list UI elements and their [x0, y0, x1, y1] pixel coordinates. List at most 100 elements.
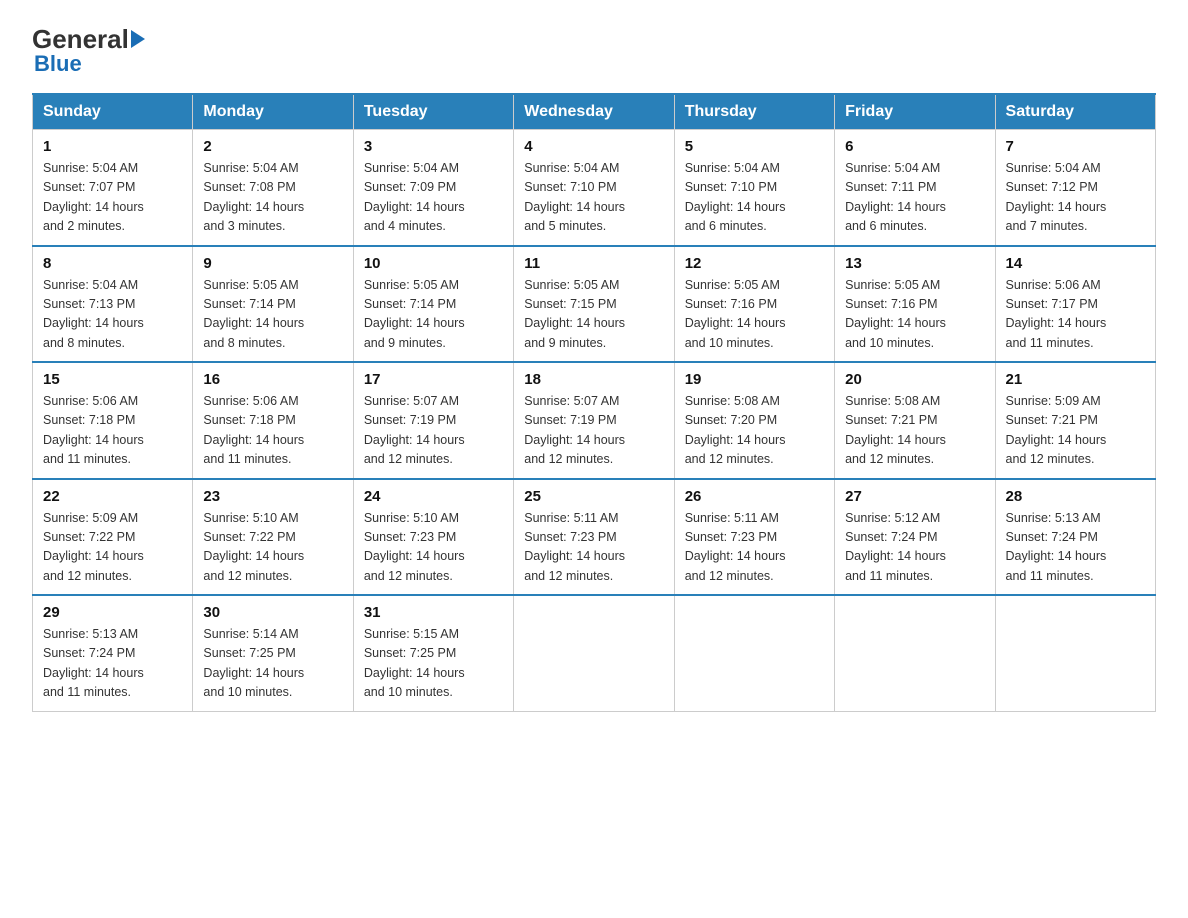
day-number: 7 [1006, 138, 1145, 155]
calendar-week-row: 15 Sunrise: 5:06 AM Sunset: 7:18 PM Dayl… [33, 362, 1156, 479]
day-detail: Sunrise: 5:04 AM Sunset: 7:11 PM Dayligh… [845, 159, 984, 237]
day-number: 12 [685, 255, 824, 272]
day-detail: Sunrise: 5:07 AM Sunset: 7:19 PM Dayligh… [364, 392, 503, 470]
day-number: 20 [845, 371, 984, 388]
calendar-day-cell: 2 Sunrise: 5:04 AM Sunset: 7:08 PM Dayli… [193, 130, 353, 246]
calendar-day-cell: 5 Sunrise: 5:04 AM Sunset: 7:10 PM Dayli… [674, 130, 834, 246]
calendar-day-cell [995, 595, 1155, 711]
calendar-day-cell: 21 Sunrise: 5:09 AM Sunset: 7:21 PM Dayl… [995, 362, 1155, 479]
day-number: 22 [43, 488, 182, 505]
day-detail: Sunrise: 5:08 AM Sunset: 7:21 PM Dayligh… [845, 392, 984, 470]
page-header: General Blue [32, 24, 1156, 77]
day-number: 3 [364, 138, 503, 155]
calendar-day-cell: 28 Sunrise: 5:13 AM Sunset: 7:24 PM Dayl… [995, 479, 1155, 596]
calendar-day-cell: 27 Sunrise: 5:12 AM Sunset: 7:24 PM Dayl… [835, 479, 995, 596]
logo: General Blue [32, 24, 145, 77]
calendar-day-cell: 17 Sunrise: 5:07 AM Sunset: 7:19 PM Dayl… [353, 362, 513, 479]
calendar-header-row: SundayMondayTuesdayWednesdayThursdayFrid… [33, 94, 1156, 130]
calendar-day-cell: 12 Sunrise: 5:05 AM Sunset: 7:16 PM Dayl… [674, 246, 834, 363]
day-number: 25 [524, 488, 663, 505]
day-detail: Sunrise: 5:11 AM Sunset: 7:23 PM Dayligh… [524, 509, 663, 587]
day-detail: Sunrise: 5:08 AM Sunset: 7:20 PM Dayligh… [685, 392, 824, 470]
day-detail: Sunrise: 5:05 AM Sunset: 7:14 PM Dayligh… [203, 276, 342, 354]
day-number: 9 [203, 255, 342, 272]
day-number: 27 [845, 488, 984, 505]
day-detail: Sunrise: 5:13 AM Sunset: 7:24 PM Dayligh… [43, 625, 182, 703]
day-number: 13 [845, 255, 984, 272]
day-number: 28 [1006, 488, 1145, 505]
col-header-sunday: Sunday [33, 94, 193, 130]
day-detail: Sunrise: 5:13 AM Sunset: 7:24 PM Dayligh… [1006, 509, 1145, 587]
calendar-day-cell: 9 Sunrise: 5:05 AM Sunset: 7:14 PM Dayli… [193, 246, 353, 363]
day-number: 19 [685, 371, 824, 388]
col-header-monday: Monday [193, 94, 353, 130]
day-detail: Sunrise: 5:05 AM Sunset: 7:16 PM Dayligh… [845, 276, 984, 354]
day-detail: Sunrise: 5:04 AM Sunset: 7:08 PM Dayligh… [203, 159, 342, 237]
day-number: 10 [364, 255, 503, 272]
calendar-day-cell: 18 Sunrise: 5:07 AM Sunset: 7:19 PM Dayl… [514, 362, 674, 479]
day-detail: Sunrise: 5:07 AM Sunset: 7:19 PM Dayligh… [524, 392, 663, 470]
day-number: 24 [364, 488, 503, 505]
day-number: 8 [43, 255, 182, 272]
day-detail: Sunrise: 5:05 AM Sunset: 7:14 PM Dayligh… [364, 276, 503, 354]
calendar-table: SundayMondayTuesdayWednesdayThursdayFrid… [32, 93, 1156, 712]
calendar-day-cell: 23 Sunrise: 5:10 AM Sunset: 7:22 PM Dayl… [193, 479, 353, 596]
calendar-day-cell: 1 Sunrise: 5:04 AM Sunset: 7:07 PM Dayli… [33, 130, 193, 246]
day-number: 21 [1006, 371, 1145, 388]
day-detail: Sunrise: 5:04 AM Sunset: 7:13 PM Dayligh… [43, 276, 182, 354]
calendar-day-cell: 15 Sunrise: 5:06 AM Sunset: 7:18 PM Dayl… [33, 362, 193, 479]
day-detail: Sunrise: 5:04 AM Sunset: 7:07 PM Dayligh… [43, 159, 182, 237]
day-number: 29 [43, 604, 182, 621]
calendar-day-cell: 10 Sunrise: 5:05 AM Sunset: 7:14 PM Dayl… [353, 246, 513, 363]
day-number: 17 [364, 371, 503, 388]
calendar-day-cell: 14 Sunrise: 5:06 AM Sunset: 7:17 PM Dayl… [995, 246, 1155, 363]
day-detail: Sunrise: 5:12 AM Sunset: 7:24 PM Dayligh… [845, 509, 984, 587]
calendar-day-cell: 3 Sunrise: 5:04 AM Sunset: 7:09 PM Dayli… [353, 130, 513, 246]
day-number: 23 [203, 488, 342, 505]
calendar-day-cell [835, 595, 995, 711]
calendar-week-row: 29 Sunrise: 5:13 AM Sunset: 7:24 PM Dayl… [33, 595, 1156, 711]
col-header-wednesday: Wednesday [514, 94, 674, 130]
col-header-saturday: Saturday [995, 94, 1155, 130]
day-number: 15 [43, 371, 182, 388]
day-detail: Sunrise: 5:06 AM Sunset: 7:18 PM Dayligh… [203, 392, 342, 470]
day-detail: Sunrise: 5:14 AM Sunset: 7:25 PM Dayligh… [203, 625, 342, 703]
day-detail: Sunrise: 5:10 AM Sunset: 7:23 PM Dayligh… [364, 509, 503, 587]
day-number: 1 [43, 138, 182, 155]
calendar-day-cell: 6 Sunrise: 5:04 AM Sunset: 7:11 PM Dayli… [835, 130, 995, 246]
day-number: 14 [1006, 255, 1145, 272]
day-number: 18 [524, 371, 663, 388]
calendar-day-cell: 13 Sunrise: 5:05 AM Sunset: 7:16 PM Dayl… [835, 246, 995, 363]
calendar-day-cell: 26 Sunrise: 5:11 AM Sunset: 7:23 PM Dayl… [674, 479, 834, 596]
day-number: 4 [524, 138, 663, 155]
day-number: 16 [203, 371, 342, 388]
day-number: 11 [524, 255, 663, 272]
calendar-day-cell: 20 Sunrise: 5:08 AM Sunset: 7:21 PM Dayl… [835, 362, 995, 479]
day-detail: Sunrise: 5:05 AM Sunset: 7:16 PM Dayligh… [685, 276, 824, 354]
day-detail: Sunrise: 5:06 AM Sunset: 7:17 PM Dayligh… [1006, 276, 1145, 354]
day-detail: Sunrise: 5:04 AM Sunset: 7:12 PM Dayligh… [1006, 159, 1145, 237]
calendar-day-cell: 19 Sunrise: 5:08 AM Sunset: 7:20 PM Dayl… [674, 362, 834, 479]
calendar-day-cell [514, 595, 674, 711]
day-detail: Sunrise: 5:09 AM Sunset: 7:22 PM Dayligh… [43, 509, 182, 587]
calendar-week-row: 1 Sunrise: 5:04 AM Sunset: 7:07 PM Dayli… [33, 130, 1156, 246]
calendar-day-cell: 7 Sunrise: 5:04 AM Sunset: 7:12 PM Dayli… [995, 130, 1155, 246]
day-detail: Sunrise: 5:09 AM Sunset: 7:21 PM Dayligh… [1006, 392, 1145, 470]
col-header-thursday: Thursday [674, 94, 834, 130]
calendar-week-row: 8 Sunrise: 5:04 AM Sunset: 7:13 PM Dayli… [33, 246, 1156, 363]
calendar-day-cell: 29 Sunrise: 5:13 AM Sunset: 7:24 PM Dayl… [33, 595, 193, 711]
logo-arrow-icon [131, 30, 145, 48]
day-detail: Sunrise: 5:05 AM Sunset: 7:15 PM Dayligh… [524, 276, 663, 354]
day-detail: Sunrise: 5:10 AM Sunset: 7:22 PM Dayligh… [203, 509, 342, 587]
day-detail: Sunrise: 5:04 AM Sunset: 7:09 PM Dayligh… [364, 159, 503, 237]
day-detail: Sunrise: 5:04 AM Sunset: 7:10 PM Dayligh… [524, 159, 663, 237]
calendar-day-cell: 22 Sunrise: 5:09 AM Sunset: 7:22 PM Dayl… [33, 479, 193, 596]
day-number: 6 [845, 138, 984, 155]
calendar-day-cell: 4 Sunrise: 5:04 AM Sunset: 7:10 PM Dayli… [514, 130, 674, 246]
calendar-week-row: 22 Sunrise: 5:09 AM Sunset: 7:22 PM Dayl… [33, 479, 1156, 596]
calendar-day-cell: 11 Sunrise: 5:05 AM Sunset: 7:15 PM Dayl… [514, 246, 674, 363]
day-number: 5 [685, 138, 824, 155]
day-detail: Sunrise: 5:11 AM Sunset: 7:23 PM Dayligh… [685, 509, 824, 587]
logo-blue: Blue [34, 51, 82, 77]
calendar-day-cell [674, 595, 834, 711]
